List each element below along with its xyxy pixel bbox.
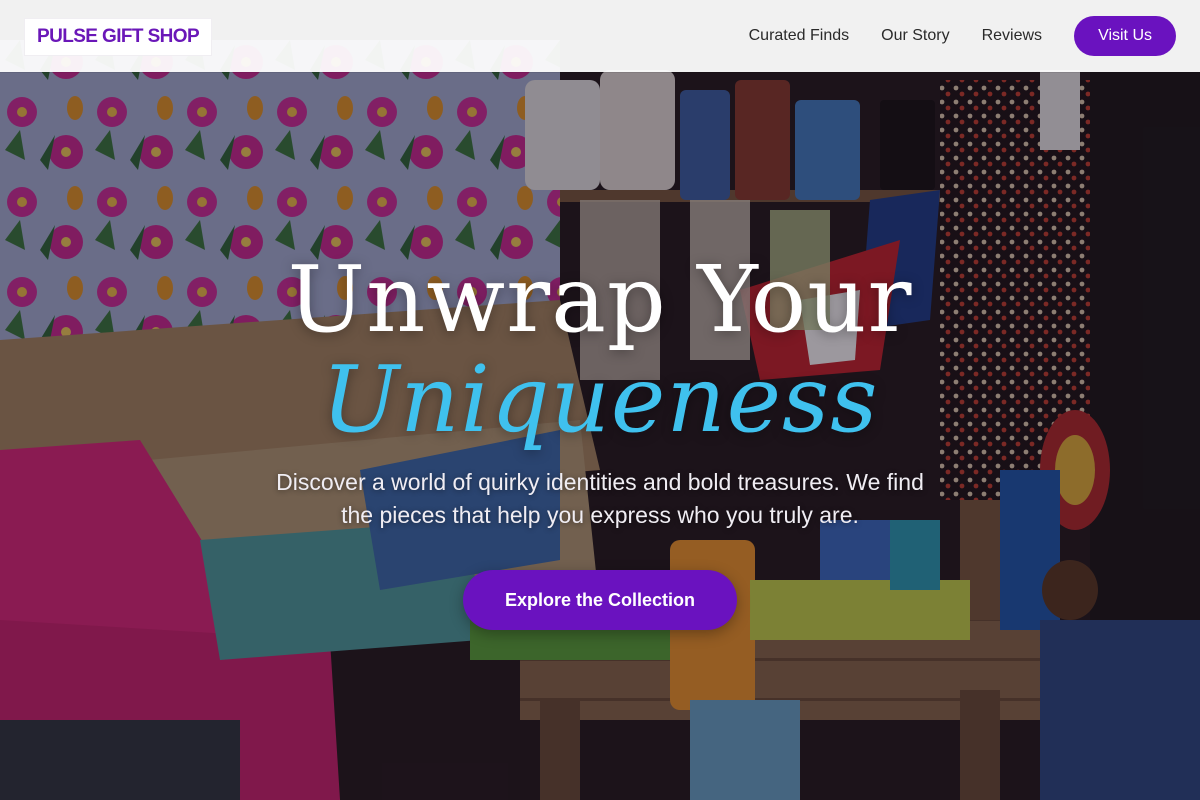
- hero-section: Unwrap Your Uniqueness Discover a world …: [0, 72, 1200, 800]
- main-nav: Curated Finds Our Story Reviews Visit Us: [749, 16, 1176, 56]
- site-header: PULSE GIFT SHOP Curated Finds Our Story …: [0, 0, 1200, 72]
- explore-collection-button[interactable]: Explore the Collection: [463, 570, 737, 630]
- hero-subtitle: Discover a world of quirky identities an…: [276, 469, 924, 528]
- hero-title-line-1: Unwrap Your: [287, 246, 913, 353]
- nav-link-curated-finds[interactable]: Curated Finds: [749, 27, 850, 45]
- site-logo[interactable]: PULSE GIFT SHOP: [24, 18, 213, 56]
- nav-link-our-story[interactable]: Our Story: [881, 27, 949, 45]
- hero-title-line-2: Uniqueness: [321, 346, 879, 453]
- visit-us-button[interactable]: Visit Us: [1074, 16, 1176, 56]
- nav-link-reviews[interactable]: Reviews: [982, 27, 1042, 45]
- page: PULSE GIFT SHOP Curated Finds Our Story …: [0, 0, 1200, 800]
